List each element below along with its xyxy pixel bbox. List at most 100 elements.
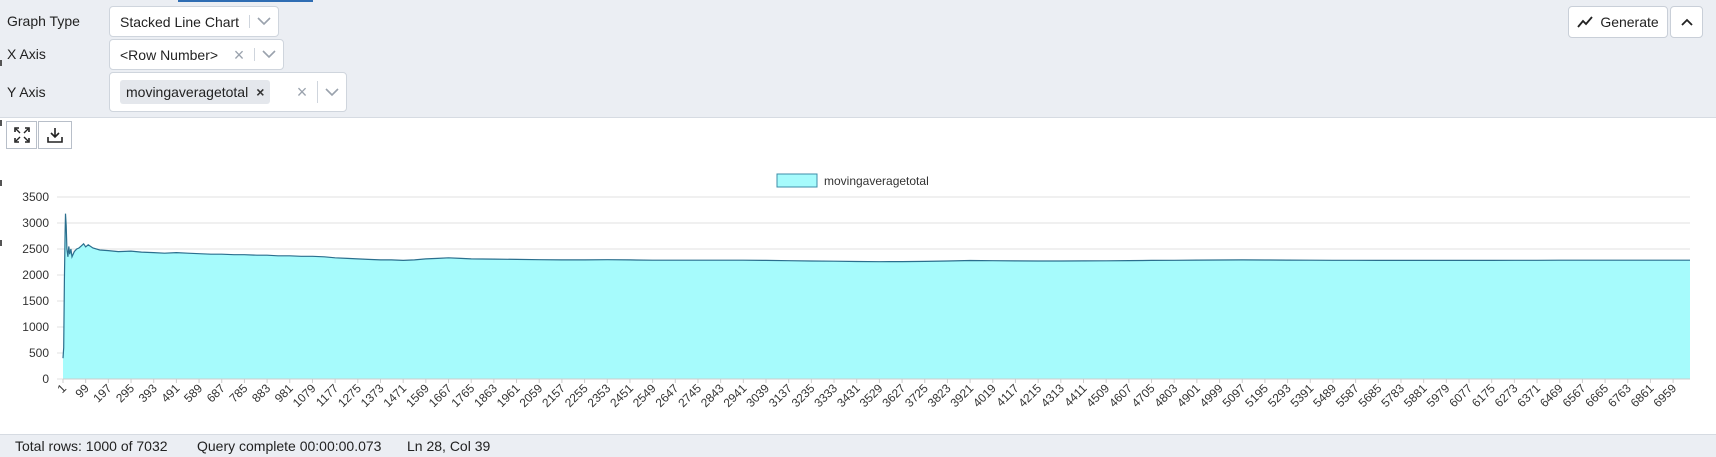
expand-icon — [13, 127, 30, 143]
x-tick-label: 1569 — [403, 381, 432, 410]
x-tick-label: 4509 — [1084, 381, 1113, 410]
chevron-down-icon[interactable] — [255, 40, 283, 69]
total-rows-status: Total rows: 1000 of 7032 — [15, 438, 168, 454]
generate-button-label: Generate — [1600, 14, 1659, 30]
x-tick-label: 1079 — [290, 381, 319, 410]
x-tick-label: 6077 — [1446, 381, 1475, 410]
x-tick-label: 5783 — [1378, 381, 1407, 410]
x-tick-label: 2157 — [539, 381, 568, 410]
x-tick-label: 589 — [181, 381, 205, 405]
chevron-down-icon[interactable] — [318, 73, 346, 111]
x-tick-label: 2843 — [698, 381, 727, 410]
x-tick-label: 4411 — [1061, 381, 1089, 409]
x-tick-label: 4901 — [1174, 381, 1203, 410]
x-tick-label: 5195 — [1242, 381, 1271, 410]
graph-controls-panel: Graph Type Stacked Line Chart X Axis <Ro… — [0, 0, 1716, 246]
chevron-down-icon[interactable] — [250, 7, 278, 36]
x-tick-label: 3529 — [857, 381, 886, 410]
x-tick-label: 4607 — [1106, 381, 1135, 410]
stacked-line-chart: 0 500 1000 1500 2000 2500 3000 3500 1 99197295393… — [22, 173, 1690, 410]
x-tick-label: 1863 — [471, 381, 500, 410]
y-tick-label: 0 — [42, 372, 49, 386]
x-tick-label: 99 — [72, 381, 92, 401]
x-tick-label: 5097 — [1220, 381, 1249, 410]
y-tick-label: 500 — [29, 346, 49, 360]
expand-button[interactable] — [6, 121, 37, 149]
y-axis-select[interactable]: movingaveragetotal × × — [109, 72, 347, 112]
x-tick-label: 2451 — [607, 381, 636, 410]
x-tick-label: 4215 — [1015, 381, 1044, 410]
x-tick-label: 883 — [249, 381, 273, 405]
x-tick-label: 491 — [158, 381, 182, 405]
x-tick-label: 2941 — [721, 381, 750, 410]
x-tick-label: 4019 — [970, 381, 999, 410]
legend-label: movingaveragetotal — [824, 174, 929, 188]
remove-tag-icon[interactable]: × — [256, 84, 264, 100]
x-tick-label: 3431 — [834, 381, 863, 410]
x-tick-label: 2745 — [675, 381, 704, 410]
x-tick-label: 5587 — [1333, 381, 1362, 410]
line-chart-icon — [1577, 16, 1593, 28]
y-axis-label: Y Axis — [7, 84, 46, 100]
y-tick-label: 2000 — [22, 268, 49, 282]
x-tick-label: 3137 — [766, 381, 795, 410]
y-tick-label: 2500 — [22, 242, 49, 256]
active-tab-indicator — [178, 0, 313, 2]
x-tick-label: 1667 — [426, 381, 455, 410]
graph-type-label: Graph Type — [7, 13, 80, 29]
legend-swatch — [776, 173, 818, 188]
x-tick-label: 687 — [204, 381, 228, 405]
x-tick-label: 2255 — [562, 381, 591, 410]
x-tick-label: 3725 — [902, 381, 931, 410]
y-axis-tag-label: movingaveragetotal — [126, 84, 249, 100]
x-tick-label: 3333 — [811, 381, 840, 410]
y-tick-label: 3000 — [22, 216, 49, 230]
x-tick-label: 6861 — [1628, 381, 1657, 410]
x-tick-label: 3627 — [879, 381, 908, 410]
x-tick-label: 2549 — [630, 381, 659, 410]
x-tick-label: 6665 — [1582, 381, 1611, 410]
x-tick-label: 1177 — [313, 381, 341, 409]
x-tick-label: 3921 — [947, 381, 976, 410]
generate-button[interactable]: Generate — [1568, 6, 1668, 38]
download-button[interactable] — [38, 121, 72, 149]
x-tick-label: 6273 — [1492, 381, 1521, 410]
x-tick-label: 3235 — [789, 381, 818, 410]
x-tick-label: 4803 — [1152, 381, 1181, 410]
x-tick-label: 3823 — [925, 381, 954, 410]
x-tick-label: 5881 — [1401, 381, 1430, 410]
y-tick-label: 3500 — [22, 190, 49, 204]
x-tick-label: 1471 — [381, 381, 410, 410]
cursor-position-status: Ln 28, Col 39 — [407, 438, 491, 454]
x-tick-label: 197 — [90, 381, 114, 405]
x-tick-label: 2353 — [585, 381, 614, 410]
x-axis-label: X Axis — [7, 46, 46, 62]
y-axis-tag: movingaveragetotal × — [120, 80, 271, 104]
collapse-panel-button[interactable] — [1670, 6, 1703, 38]
x-tick-label: 1373 — [358, 381, 387, 410]
query-time-status: Query complete 00:00:00.073 — [197, 438, 382, 454]
y-tick-label: 1500 — [22, 294, 49, 308]
x-tick-label: 785 — [226, 381, 250, 405]
x-tick-label: 6371 — [1514, 381, 1543, 410]
clear-x-axis-icon[interactable]: × — [224, 46, 254, 64]
x-tick-label: 5685 — [1356, 381, 1385, 410]
x-tick-label: 4705 — [1129, 381, 1158, 410]
x-tick-label: 6567 — [1560, 381, 1589, 410]
x-tick-label: 2059 — [517, 381, 546, 410]
x-tick-label: 3039 — [743, 381, 772, 410]
graph-type-select[interactable]: Stacked Line Chart — [109, 6, 279, 37]
x-axis-value: <Row Number> — [120, 46, 219, 63]
x-tick-label: 4117 — [993, 381, 1021, 409]
download-icon — [47, 128, 63, 143]
x-axis-select[interactable]: <Row Number> × — [109, 39, 284, 70]
x-tick-label: 6959 — [1650, 381, 1679, 410]
x-tick-label: 4313 — [1038, 381, 1067, 410]
x-tick-label: 1 — [54, 381, 69, 396]
x-tick-label: 6469 — [1537, 381, 1566, 410]
x-tick-label: 1765 — [449, 381, 478, 410]
x-tick-label: 5489 — [1310, 381, 1339, 410]
x-tick-label: 393 — [136, 381, 160, 405]
status-bar: Total rows: 1000 of 7032 Query complete … — [0, 434, 1716, 457]
clear-y-axis-icon[interactable]: × — [287, 83, 317, 101]
